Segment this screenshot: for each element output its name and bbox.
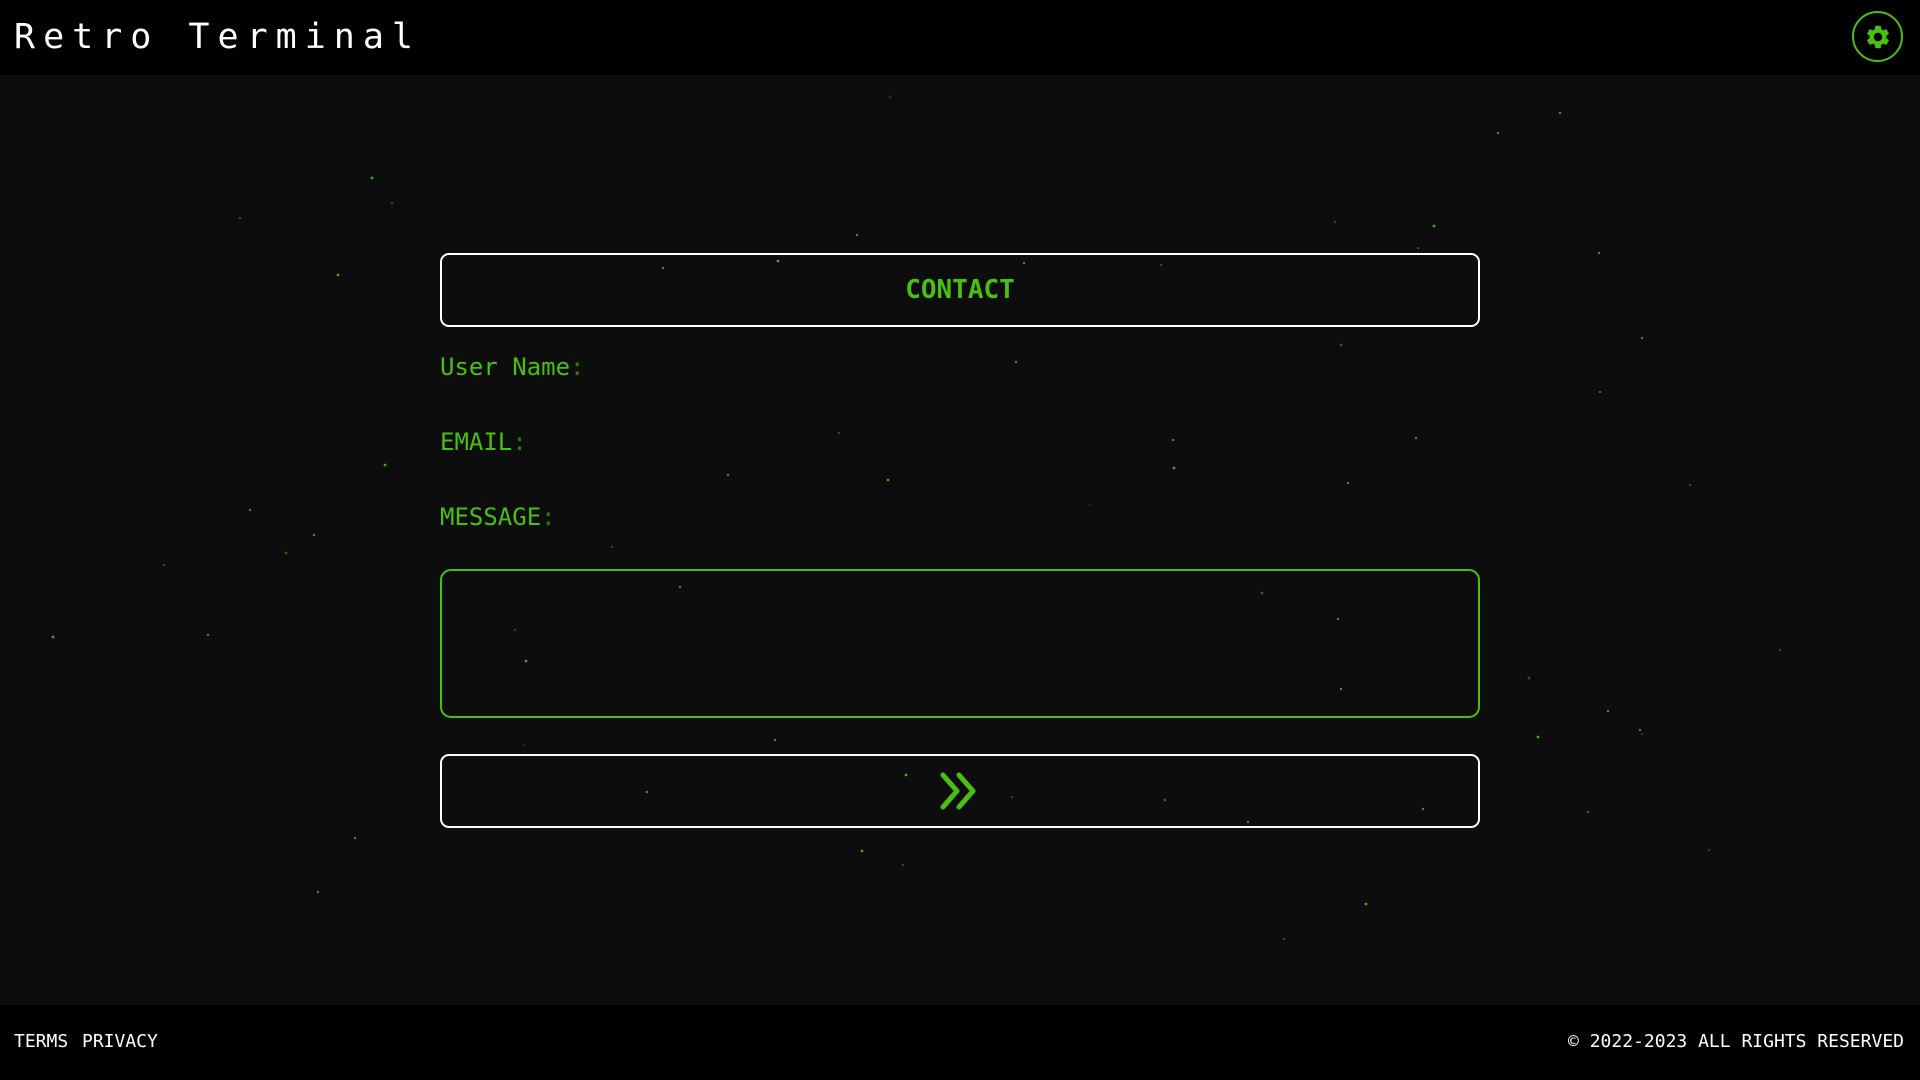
star-dot — [284, 551, 288, 555]
star-dot — [1640, 732, 1644, 736]
contact-title: CONTACT — [905, 275, 1015, 305]
star-dot — [901, 863, 905, 867]
star-dot — [1088, 503, 1092, 507]
star-dot — [837, 431, 841, 435]
star-dot — [206, 633, 210, 637]
star-dot — [610, 545, 614, 549]
star-dot — [1282, 937, 1286, 941]
star-dot — [726, 473, 730, 477]
star-dot — [248, 508, 252, 512]
star-dot — [1778, 648, 1782, 652]
star-dot — [1536, 735, 1540, 739]
header-bar: Retro Terminal — [0, 0, 1920, 75]
star-dot — [1606, 709, 1610, 713]
star-dot — [316, 890, 320, 894]
star-dot — [1364, 902, 1368, 906]
star-dot — [1339, 343, 1343, 347]
star-dot — [1014, 360, 1018, 364]
star-dot — [1171, 438, 1175, 442]
message-textarea[interactable] — [440, 569, 1480, 718]
star-dot — [855, 233, 859, 237]
star-dot — [773, 738, 777, 742]
star-dot — [1707, 848, 1711, 852]
gear-icon — [1866, 25, 1889, 48]
star-dot — [888, 95, 892, 99]
star-dot — [1558, 111, 1562, 115]
star-dot — [1586, 810, 1590, 814]
star-dot — [1597, 251, 1601, 255]
star-dot — [383, 463, 387, 467]
star-dot — [51, 635, 55, 639]
star-dot — [1172, 466, 1176, 470]
star-dot — [1527, 676, 1531, 680]
star-dot — [312, 533, 316, 537]
contact-header-box: CONTACT — [440, 253, 1480, 327]
app-window: Retro Terminal CONTACT User Name: EMAIL:… — [0, 0, 1920, 1080]
star-dot — [1416, 246, 1420, 250]
star-dot — [522, 743, 526, 747]
star-dot — [162, 563, 166, 567]
star-dot — [1414, 436, 1418, 440]
double-chevron-right-icon — [940, 772, 976, 810]
copyright-text: © 2022-2023 ALL RIGHTS RESERVED — [1568, 1031, 1904, 1052]
star-dot — [1496, 131, 1500, 135]
star-dot — [860, 849, 864, 853]
terms-link[interactable]: TERMS — [14, 1031, 68, 1053]
star-dot — [390, 201, 394, 205]
star-dot — [1598, 390, 1602, 394]
star-dot — [1640, 336, 1644, 340]
email-label: EMAIL: — [440, 428, 527, 456]
starfield-background — [51, 95, 1782, 941]
privacy-link[interactable]: PRIVACY — [82, 1031, 158, 1053]
settings-button[interactable] — [1852, 11, 1903, 62]
app-title: Retro Terminal — [14, 17, 422, 57]
footer-bar: TERMS PRIVACY © 2022-2023 ALL RIGHTS RES… — [0, 1005, 1920, 1080]
star-dot — [886, 478, 890, 482]
submit-button[interactable] — [440, 754, 1480, 828]
star-dot — [1688, 483, 1692, 487]
star-dot — [238, 216, 242, 220]
star-dot — [1346, 481, 1350, 485]
star-dot — [1333, 220, 1337, 224]
username-label: User Name: — [440, 353, 585, 381]
star-dot — [370, 176, 374, 180]
star-dot — [353, 836, 357, 840]
message-label: MESSAGE: — [440, 503, 556, 531]
star-dot — [336, 273, 340, 277]
star-dot — [1638, 728, 1642, 732]
star-dot — [1432, 224, 1436, 228]
